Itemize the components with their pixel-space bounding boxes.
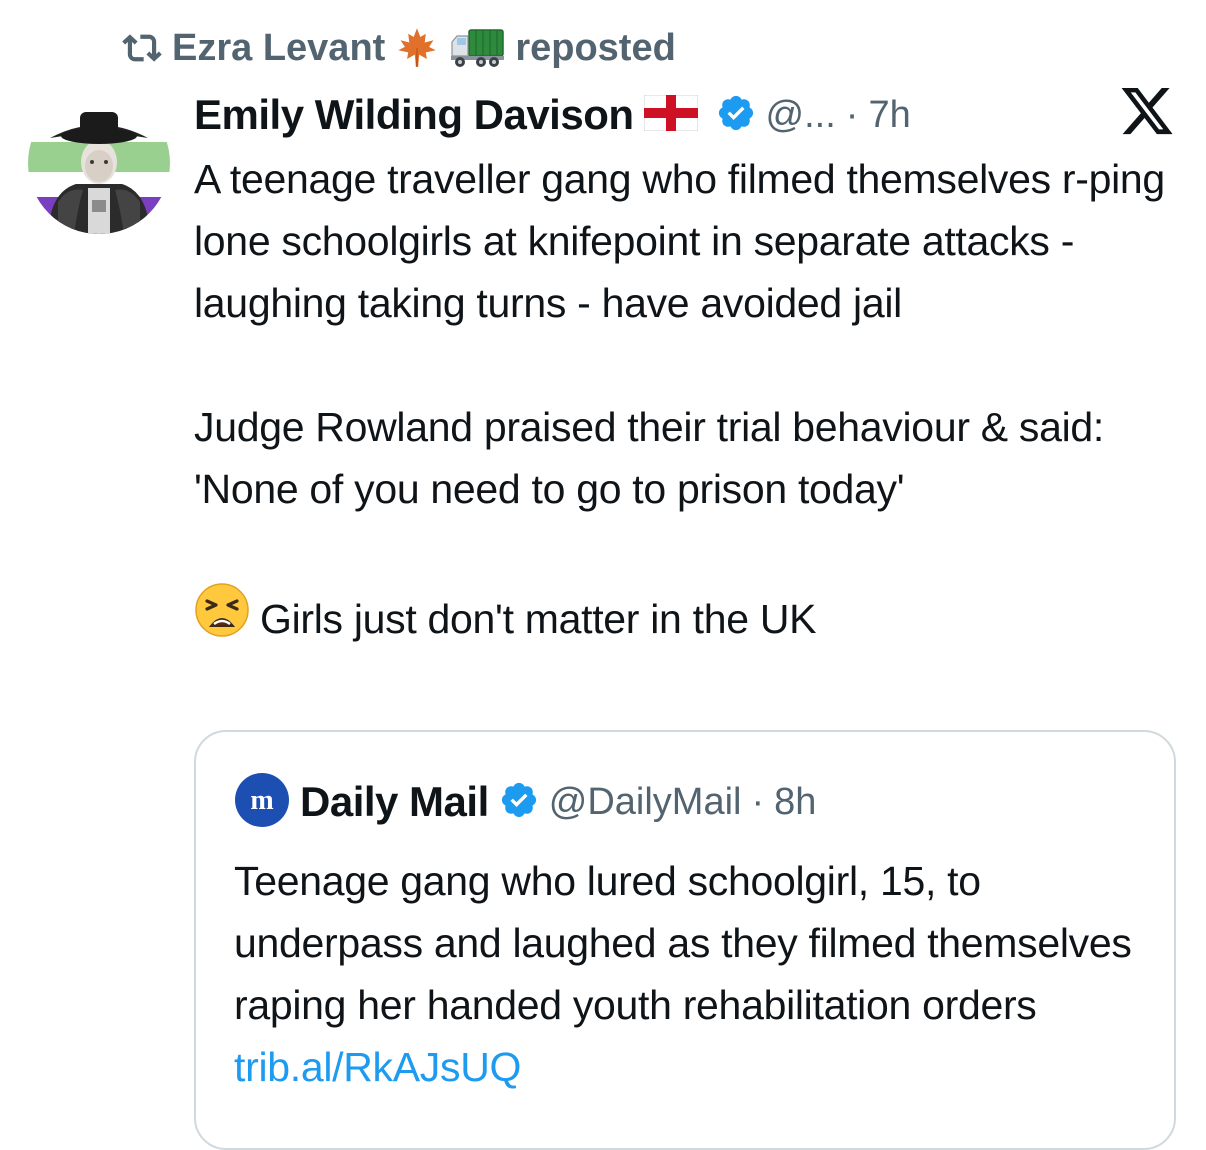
quoted-author-name[interactable]: Daily Mail [300, 778, 489, 826]
tired-face-emoji [194, 582, 250, 655]
quoted-post-text: Teenage gang who lured schoolgirl, 15, t… [234, 858, 1132, 1028]
daily-mail-logo-icon: m [234, 772, 290, 833]
post-body: A teenage traveller gang who filmed them… [194, 148, 1184, 655]
quoted-post-header: m Daily Mail @DailyMail · 8h [234, 772, 816, 833]
meta-separator: · [751, 780, 765, 823]
quoted-post-timestamp[interactable]: 8h [774, 781, 816, 824]
post-closing-line: Girls just don't matter in the UK [194, 582, 1184, 655]
repost-action-label: reposted [515, 26, 676, 69]
repost-icon [122, 28, 162, 68]
author-handle[interactable]: @... [766, 94, 836, 137]
quoted-author-handle[interactable]: @DailyMail [549, 781, 742, 824]
svg-text:m: m [250, 785, 273, 816]
avatar[interactable] [28, 92, 170, 234]
meta-separator: · [845, 93, 859, 136]
x-logo-icon[interactable] [1118, 88, 1176, 140]
post-timestamp[interactable]: 7h [868, 94, 910, 137]
verified-badge-icon [716, 93, 756, 138]
post-paragraph: A teenage traveller gang who filmed them… [194, 156, 1165, 326]
quoted-post-card[interactable]: m Daily Mail @DailyMail · 8h Teenage gan… [194, 730, 1176, 1150]
quoted-post-link[interactable]: trib.al/RkAJsUQ [234, 1044, 521, 1090]
post-paragraph: Judge Rowland praised their trial behavi… [194, 404, 1105, 512]
post-closing-text: Girls just don't matter in the UK [260, 595, 817, 642]
reposter-name[interactable]: Ezra Levant [172, 27, 385, 70]
maple-leaf-emoji [395, 26, 439, 70]
post-header: Emily Wilding Davison @... · 7h [194, 86, 911, 144]
repost-context: Ezra Levant reposted [122, 22, 676, 74]
author-display-name[interactable]: Emily Wilding Davison [194, 91, 634, 139]
quoted-post-body: Teenage gang who lured schoolgirl, 15, t… [234, 850, 1154, 1098]
truck-emoji [449, 26, 505, 70]
england-flag-emoji [643, 94, 699, 136]
verified-badge-icon [499, 780, 539, 825]
